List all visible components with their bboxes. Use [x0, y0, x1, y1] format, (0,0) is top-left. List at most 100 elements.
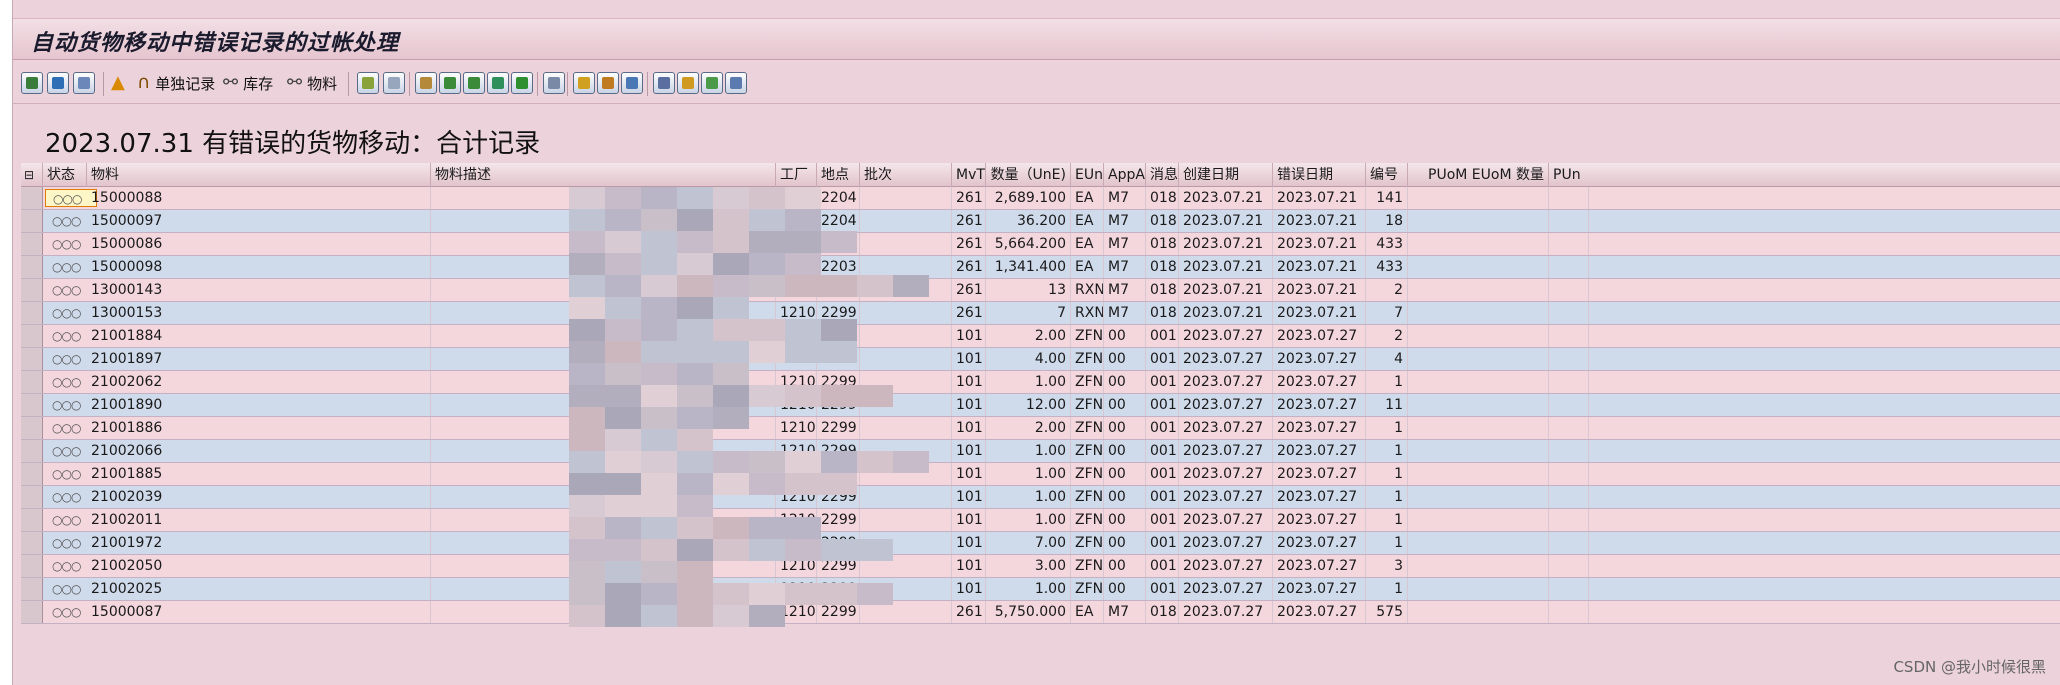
- table-row[interactable]: ○○○15000098121022032611,341.400EAM701820…: [21, 256, 2060, 279]
- delete-button[interactable]: [73, 70, 95, 96]
- traffic-light-icon: ○○○: [52, 605, 81, 619]
- table-cell-error: 2023.07.21: [1273, 279, 1366, 301]
- column-header[interactable]: 物料: [87, 163, 431, 187]
- table-cell: [1549, 348, 1589, 370]
- redaction-block: [857, 275, 893, 297]
- table-row[interactable]: ○○○21001885121022991011.00ZFN000012023.0…: [21, 463, 2060, 486]
- save-button[interactable]: [701, 70, 723, 96]
- total-button[interactable]: [511, 70, 533, 96]
- mail-button[interactable]: [677, 70, 699, 96]
- row-selector[interactable]: [21, 279, 43, 301]
- row-selector[interactable]: [21, 256, 43, 278]
- redaction-block: [749, 275, 785, 297]
- material-button[interactable]: ⚯ 物料: [287, 70, 337, 96]
- row-selector[interactable]: [21, 578, 43, 600]
- columns-button[interactable]: [621, 70, 643, 96]
- row-selector[interactable]: [21, 532, 43, 554]
- column-header[interactable]: 物料描述: [431, 163, 776, 187]
- redaction-block: [641, 407, 677, 429]
- row-selector[interactable]: [21, 601, 43, 623]
- table-row[interactable]: ○○○15000086121022032615,664.200EAM701820…: [21, 233, 2060, 256]
- column-header[interactable]: PUoM EUoM 数量: [1408, 163, 1549, 187]
- table-row[interactable]: ○○○150000971210220426136.200EAM70182023.…: [21, 210, 2060, 233]
- row-selector[interactable]: [21, 325, 43, 347]
- row-selector[interactable]: [21, 187, 43, 209]
- row-selector[interactable]: [21, 440, 43, 462]
- sort-desc-button[interactable]: [463, 70, 485, 96]
- info-button[interactable]: [653, 70, 675, 96]
- redaction-block: [569, 275, 605, 297]
- display-button[interactable]: [21, 70, 43, 96]
- column-header[interactable]: 创建日期: [1179, 163, 1273, 187]
- column-header[interactable]: 工厂: [776, 163, 817, 187]
- table-row[interactable]: ○○○ 15000087 1210 2299 261 5,750.000 EA M7 018 20…: [21, 601, 2060, 624]
- choose-button[interactable]: [383, 70, 405, 96]
- column-header[interactable]: MvT: [952, 163, 986, 187]
- row-selector[interactable]: [21, 371, 43, 393]
- single-record-button[interactable]: ∩ 单独记录: [137, 70, 215, 96]
- column-header[interactable]: 批次: [860, 163, 952, 187]
- table-cell-created: 2023.07.21: [1179, 187, 1273, 209]
- traffic-light-icon: ○○○: [52, 444, 81, 458]
- column-header[interactable]: 状态: [43, 163, 87, 187]
- find-button[interactable]: [415, 70, 437, 96]
- print-button[interactable]: [543, 70, 565, 96]
- layout-button[interactable]: [597, 70, 619, 96]
- row-selector[interactable]: [21, 233, 43, 255]
- table-row[interactable]: ○○○ 13000153 1210 2299 261 7 RXN M7 018 2023.07.2…: [21, 302, 2060, 325]
- table-cell-app: 00: [1104, 555, 1146, 577]
- table-cell-error: 2023.07.27: [1273, 486, 1366, 508]
- table-row[interactable]: ○○○ 21002050 1210 2299 101 3.00 ZFN 00 001 2023.0…: [21, 555, 2060, 578]
- row-selector[interactable]: [21, 555, 43, 577]
- detail-button[interactable]: [357, 70, 379, 96]
- column-header[interactable]: 消息: [1146, 163, 1179, 187]
- table-row[interactable]: ○○○130001431210229926113RXNM70182023.07.…: [21, 279, 2060, 302]
- lock-button[interactable]: [725, 70, 747, 96]
- column-header[interactable]: AppAr: [1104, 163, 1146, 187]
- traffic-light-icon: ○○○: [52, 375, 81, 389]
- table-row[interactable]: ○○○ 21002039 1210 2299 101 1.00 ZFN 00 001 2023.0…: [21, 486, 2060, 509]
- table-row[interactable]: ○○○21002066121022991011.00ZFN000012023.0…: [21, 440, 2060, 463]
- post-button[interactable]: ▲: [111, 70, 125, 96]
- row-selector[interactable]: [21, 348, 43, 370]
- table-cell-error: 2023.07.27: [1273, 555, 1366, 577]
- filter-button[interactable]: [487, 70, 509, 96]
- table-row[interactable]: ○○○21002011121022991011.00ZFN000012023.0…: [21, 509, 2060, 532]
- table-row[interactable]: ○○○21002025121022991011.00ZFN000012023.0…: [21, 578, 2060, 601]
- column-header[interactable]: 编号: [1366, 163, 1408, 187]
- row-selector[interactable]: [21, 486, 43, 508]
- export-button[interactable]: [573, 70, 595, 96]
- table-row[interactable]: ○○○15000088121022042612,689.100EAM701820…: [21, 187, 2060, 210]
- table-cell-app: 00: [1104, 578, 1146, 600]
- column-header[interactable]: 地点: [817, 163, 860, 187]
- column-header[interactable]: EUn: [1071, 163, 1104, 187]
- redaction-block: [749, 385, 785, 407]
- table-cell-qty: 13: [986, 279, 1071, 301]
- row-selector[interactable]: [21, 210, 43, 232]
- row-selector[interactable]: [21, 463, 43, 485]
- table-row[interactable]: ○○○ 21001886 1210 2299 101 2.00 ZFN 00 001 2023.0…: [21, 417, 2060, 440]
- row-selector[interactable]: [21, 302, 43, 324]
- table-cell-material: 21002025: [87, 578, 431, 600]
- table-row[interactable]: ○○○21001897121022991014.00ZFN000012023.0…: [21, 348, 2060, 371]
- row-selector[interactable]: [21, 394, 43, 416]
- select-all-icon[interactable]: ⊟: [21, 163, 43, 187]
- table-row[interactable]: ○○○210018901210229910112.00ZFN000012023.…: [21, 394, 2060, 417]
- redaction-block: [641, 495, 677, 517]
- refresh-button[interactable]: [47, 70, 69, 96]
- table-row[interactable]: ○○○ 21002062 1210 2299 101 1.00 ZFN 00 001 2023.0…: [21, 371, 2060, 394]
- table-row[interactable]: ○○○21001884121022991012.00ZFN000012023.0…: [21, 325, 2060, 348]
- table-row[interactable]: ○○○21001972121022991017.00ZFN000012023.0…: [21, 532, 2060, 555]
- row-selector[interactable]: [21, 417, 43, 439]
- table-cell-qty: 1.00: [986, 463, 1071, 485]
- table-cell-error: 2023.07.27: [1273, 325, 1366, 347]
- stock-button[interactable]: ⚯ 库存: [223, 70, 273, 96]
- row-selector[interactable]: [21, 509, 43, 531]
- redaction-block: [641, 209, 677, 231]
- sort-asc-button[interactable]: [439, 70, 461, 96]
- column-header[interactable]: 数量（UnE): [986, 163, 1071, 187]
- table-cell-app: M7: [1104, 302, 1146, 324]
- column-header[interactable]: PUn: [1549, 163, 1589, 187]
- table-cell-qty: 1.00: [986, 578, 1071, 600]
- column-header[interactable]: 错误日期: [1273, 163, 1366, 187]
